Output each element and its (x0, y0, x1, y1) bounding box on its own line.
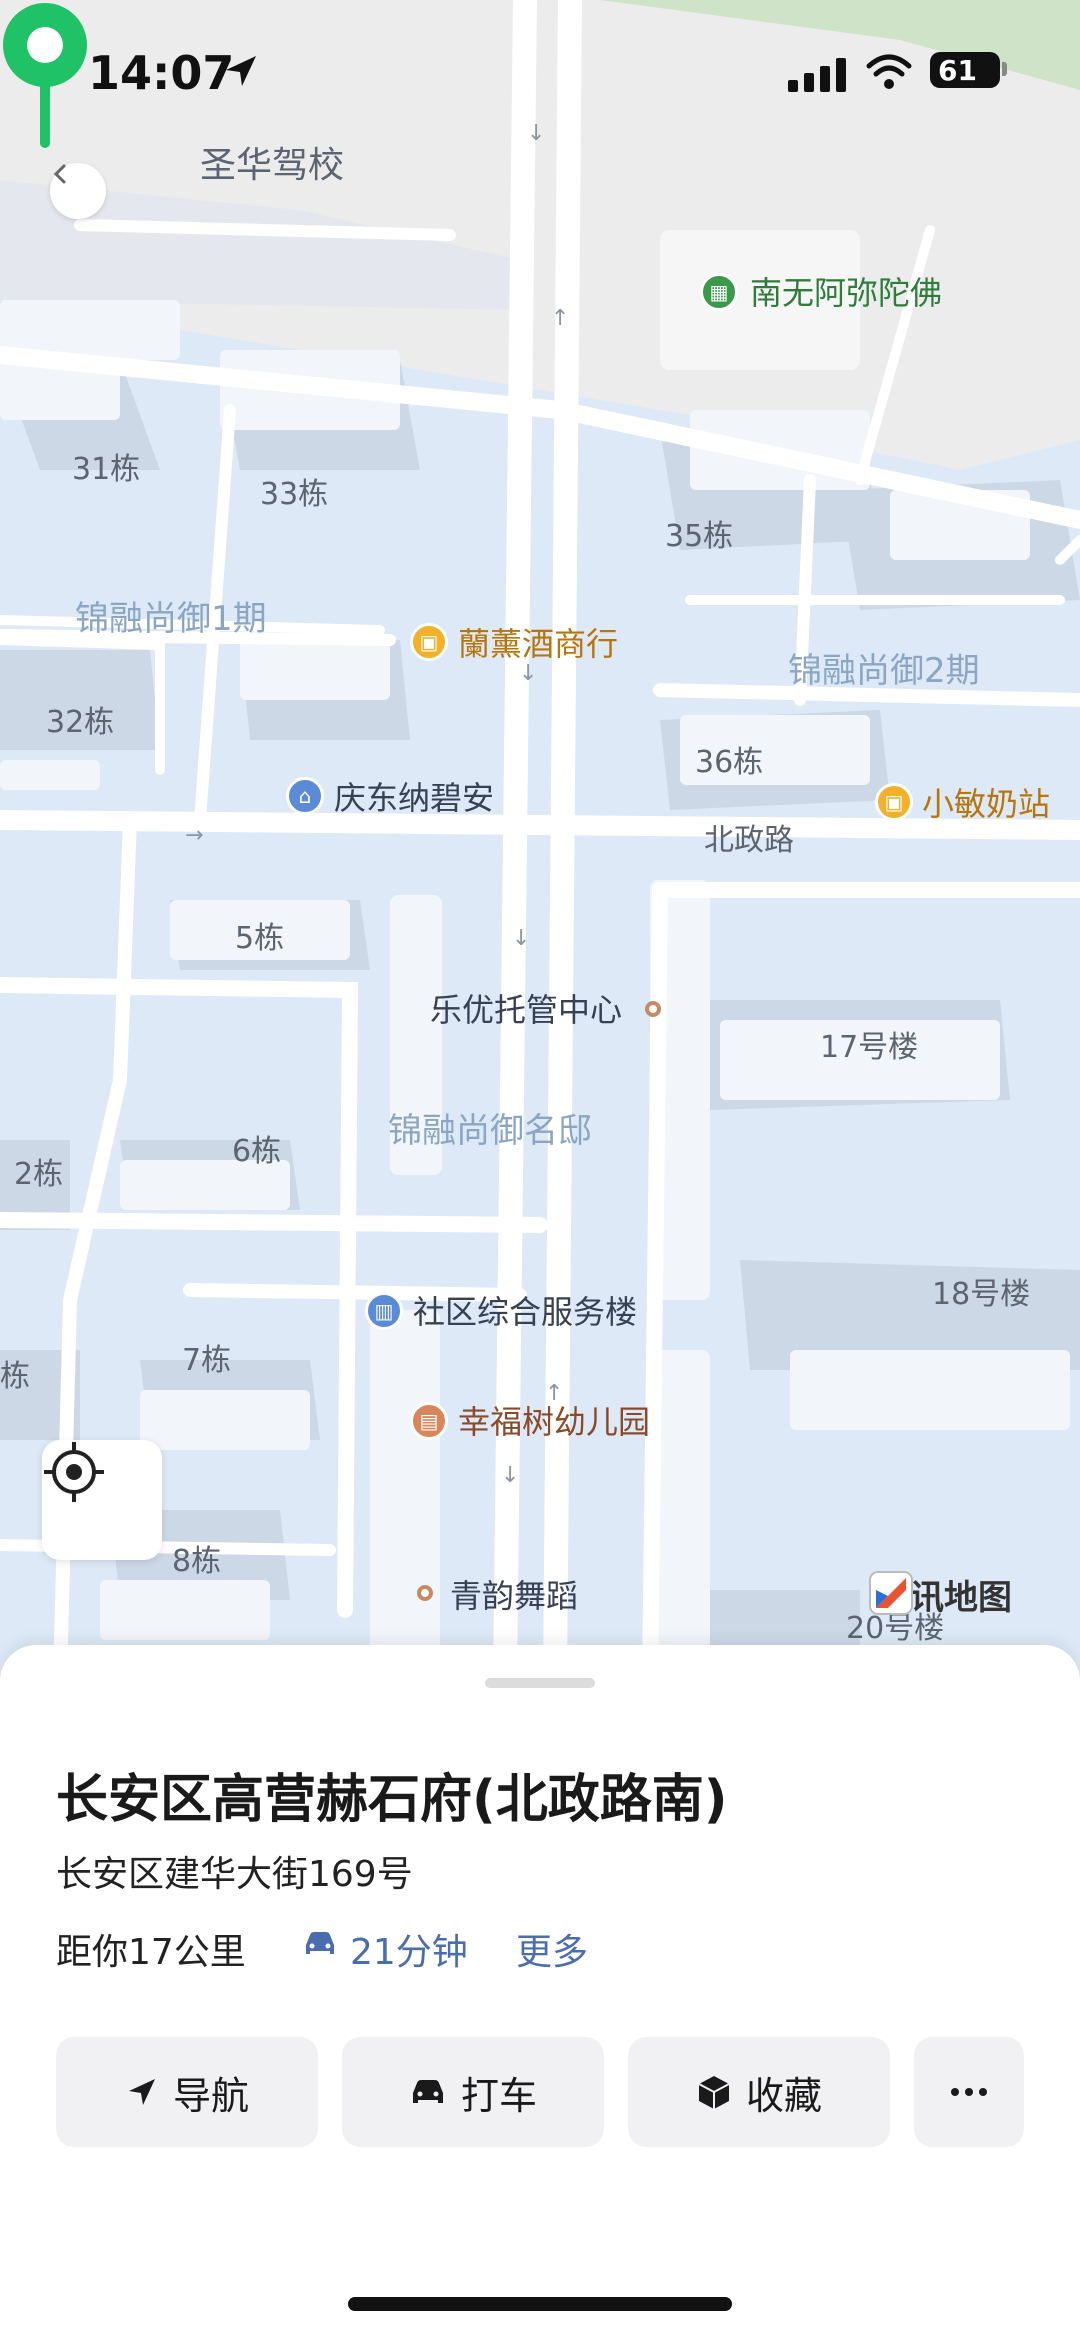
taxi-button[interactable]: 打车 (342, 2037, 604, 2147)
building-32-label: 32栋 (46, 705, 115, 740)
map-view[interactable]: ↓ ↑ ↓ → ↓ ↑ ↓ 圣华驾校 ▦ 南无阿弥陀佛 31栋 33栋 35栋 … (0, 0, 1080, 1680)
svg-text:↓: ↓ (512, 926, 530, 951)
place-address: 长安区建华大街169号 (56, 1854, 413, 1895)
navigate-label: 导航 (172, 2073, 249, 2118)
road-label: 北政路 (704, 823, 794, 858)
building-36-label: 36栋 (695, 745, 764, 780)
wifi-icon (866, 54, 912, 89)
place-detail-sheet[interactable]: 长安区高营赫石府(北政路南) 长安区建华大街169号 距你17公里 21分钟 更… (0, 1645, 1080, 2337)
kindergarten-icon[interactable]: ▤ (410, 1402, 448, 1440)
building-edge-label: 栋 (0, 1359, 30, 1394)
favorite-label: 收藏 (745, 2073, 822, 2118)
more-options-button[interactable] (914, 2037, 1024, 2147)
community-center-icon[interactable]: ▥ (365, 1292, 403, 1330)
building-6-label: 6栋 (232, 1134, 282, 1169)
kindergarten-label[interactable]: 幸福树幼儿园 (458, 1406, 650, 1438)
building-35-label: 35栋 (665, 519, 734, 554)
chevron-left-icon (53, 164, 66, 184)
wine-shop-icon[interactable]: ▣ (410, 623, 448, 661)
building-31-label: 31栋 (72, 452, 141, 487)
building-33-label: 33栋 (260, 477, 329, 512)
tencent-map-logo (869, 1571, 913, 1615)
wine-shop-label[interactable]: 蘭薰酒商行 (458, 628, 618, 660)
tutor-center-label[interactable]: 乐优托管中心 (430, 994, 622, 1026)
taxi-label: 打车 (460, 2073, 537, 2118)
battery-icon: 61 (930, 52, 1000, 88)
drag-handle[interactable] (485, 1678, 595, 1688)
location-arrow-icon (226, 56, 256, 86)
drive-time-link[interactable]: 21分钟 (350, 1923, 468, 1975)
dance-studio-dot-icon[interactable] (417, 1585, 433, 1601)
building-2-label: 2栋 (14, 1157, 64, 1192)
navigate-button[interactable]: 导航 (56, 2037, 318, 2147)
status-bar: 14:07 61 (0, 0, 1080, 140)
building-5-label: 5栋 (235, 921, 285, 956)
home-indicator[interactable] (348, 2297, 732, 2311)
building-7-label: 7栋 (182, 1343, 232, 1378)
favorite-button[interactable]: 收藏 (628, 2037, 890, 2147)
area-phase2-label: 锦融尚御2期 (788, 651, 980, 691)
area-phase1-label: 锦融尚御1期 (75, 599, 267, 639)
building-8-label: 8栋 (172, 1544, 222, 1579)
cellular-signal-icon (788, 58, 846, 92)
milk-station-icon[interactable]: ▣ (875, 783, 913, 821)
place-title: 长安区高营赫石府(北政路南) (56, 1770, 728, 1830)
temple-label[interactable]: 南无阿弥陀佛 (750, 277, 942, 309)
crosshair-icon (44, 1442, 104, 1502)
battery-cap (1002, 62, 1007, 76)
building-17-label: 17号楼 (820, 1030, 919, 1065)
navigation-arrow-icon (128, 2079, 155, 2105)
car-icon (306, 1932, 334, 1954)
qingdong-icon[interactable]: ⌂ (286, 777, 324, 815)
school-label: 圣华驾校 (200, 145, 345, 186)
taxi-car-icon (412, 2080, 443, 2103)
temple-icon[interactable]: ▦ (700, 273, 738, 311)
cube-icon (698, 2076, 730, 2109)
svg-text:↓: ↓ (501, 1463, 519, 1488)
svg-text:↓: ↓ (519, 661, 537, 686)
svg-text:↑: ↑ (551, 306, 569, 331)
ellipsis-icon (951, 2088, 987, 2096)
tutor-center-dot-icon[interactable] (645, 1001, 661, 1017)
locate-button[interactable] (42, 1440, 162, 1560)
back-button[interactable] (50, 163, 106, 219)
dance-studio-label[interactable]: 青韵舞蹈 (450, 1580, 578, 1612)
milk-station-label[interactable]: 小敏奶站 (922, 788, 1050, 820)
status-time: 14:07 (88, 46, 235, 100)
map-brand: 腾讯地图 (868, 1570, 1012, 1619)
battery-level: 61 (938, 53, 977, 87)
area-mingdi-label: 锦融尚御名邸 (388, 1111, 592, 1151)
svg-text:→: → (185, 823, 203, 848)
community-center-label[interactable]: 社区综合服务楼 (413, 1296, 637, 1328)
more-link[interactable]: 更多 (516, 1923, 588, 1975)
qingdong-label[interactable]: 庆东纳碧安 (334, 782, 494, 814)
distance-text: 距你17公里 (56, 1932, 246, 1973)
building-18-label: 18号楼 (932, 1277, 1031, 1312)
